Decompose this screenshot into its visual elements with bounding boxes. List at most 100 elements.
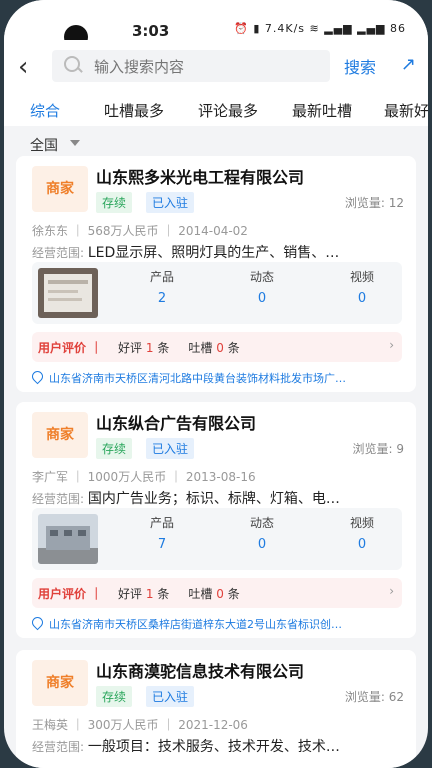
status-bar: 3:03 ⏰ ▮ 7.4K/s ≋ ▂▄▆ ▂▄▆ 86 xyxy=(4,0,428,49)
products-stat[interactable]: 产品 2 xyxy=(132,268,192,306)
back-icon[interactable]: ‹ xyxy=(18,54,28,80)
chevron-right-icon: › xyxy=(389,584,394,598)
capital: 568万人民币 xyxy=(87,224,159,238)
user-review-bar[interactable]: 用户评价 ｜ 好评 1 条 吐槽 0 条 › xyxy=(32,332,402,362)
location-pin-icon xyxy=(32,370,46,385)
views-value: 62 xyxy=(388,690,404,704)
scope-text: 一般项目：技术服务、技术开发、技术… xyxy=(87,739,340,755)
company-card[interactable]: 商家 山东熙多米光电工程有限公司 存续 已入驻 浏览量: 12 徐东东 ｜ 56… xyxy=(16,156,416,392)
region-filter[interactable]: 全国 xyxy=(4,126,428,156)
status-badge: 存续 xyxy=(96,192,133,213)
founded-date: 2013-08-16 xyxy=(185,470,256,484)
company-meta: 李广军 ｜ 1000万人民币 ｜ 2013-08-16 xyxy=(32,470,256,484)
company-name[interactable]: 山东商漠驼信息技术有限公司 xyxy=(96,658,304,682)
view-count: 浏览量: 12 xyxy=(345,194,404,211)
review-summary: 好评 1 条 吐槽 0 条 xyxy=(118,585,240,602)
legal-person: 徐东东 xyxy=(32,224,69,238)
tab-most-comments[interactable]: 评论最多 xyxy=(198,100,258,121)
products-count: 7 xyxy=(157,537,167,552)
user-review-bar[interactable]: 用户评价 ｜ 好评 1 条 吐槽 0 条 › xyxy=(32,578,402,608)
news-label: 动态 xyxy=(249,516,274,530)
business-scope: 经营范围: 一般项目：技术服务、技术开发、技术… xyxy=(32,736,402,756)
good-label: 好评 xyxy=(118,587,143,601)
tab-most-complaints[interactable]: 吐槽最多 xyxy=(104,100,164,121)
joined-badge: 已入驻 xyxy=(146,192,195,213)
scope-label: 经营范围: xyxy=(32,492,88,506)
company-card[interactable]: 商家 山东商漠驼信息技术有限公司 存续 已入驻 浏览量: 62 王梅英 ｜ 30… xyxy=(16,650,416,768)
company-name[interactable]: 山东熙多米光电工程有限公司 xyxy=(96,164,304,188)
legal-person: 李广军 xyxy=(32,470,69,484)
chevron-right-icon: › xyxy=(389,338,394,352)
videos-stat[interactable]: 视频 0 xyxy=(332,514,392,552)
unit-label: 条 xyxy=(227,341,240,355)
company-card[interactable]: 商家 山东纵合广告有限公司 存续 已入驻 浏览量: 9 李广军 ｜ 1000万人… xyxy=(16,402,416,638)
business-scope: 经营范围: 国内广告业务；标识、标牌、灯箱、电… xyxy=(32,488,402,508)
company-name[interactable]: 山东纵合广告有限公司 xyxy=(96,410,256,434)
news-stat[interactable]: 动态 0 xyxy=(232,268,292,306)
review-summary: 好评 1 条 吐槽 0 条 xyxy=(118,339,240,356)
good-label: 好评 xyxy=(118,341,143,355)
products-count: 2 xyxy=(157,291,167,306)
company-logo: 商家 xyxy=(32,660,88,706)
founded-date: 2014-04-02 xyxy=(178,224,248,238)
unit-label: 条 xyxy=(157,587,170,601)
complaint-label: 吐槽 xyxy=(188,341,213,355)
company-meta: 徐东东 ｜ 568万人民币 ｜ 2014-04-02 xyxy=(32,224,248,238)
videos-count: 0 xyxy=(357,537,367,552)
tab-latest-complaints[interactable]: 最新吐槽 xyxy=(292,100,352,121)
joined-badge: 已入驻 xyxy=(146,438,195,459)
videos-count: 0 xyxy=(357,291,367,306)
search-button[interactable]: 搜索 xyxy=(344,54,376,78)
address-text: 山东省济南市天桥区桑梓店街道梓东大道2号山东省标识创… xyxy=(49,618,342,631)
complaint-label: 吐槽 xyxy=(188,587,213,601)
views-label: 浏览量: xyxy=(352,442,397,456)
status-badge: 存续 xyxy=(96,686,133,707)
tab-latest-good[interactable]: 最新好 xyxy=(384,100,428,121)
review-title: 用户评价 xyxy=(38,341,87,355)
phone-screen: 3:03 ⏰ ▮ 7.4K/s ≋ ▂▄▆ ▂▄▆ 86 ‹ 搜索 ↗ 综合 吐… xyxy=(4,0,428,768)
region-label: 全国 xyxy=(30,138,58,154)
news-label: 动态 xyxy=(249,270,274,284)
scope-text: 国内广告业务；标识、标牌、灯箱、电… xyxy=(87,491,340,507)
company-meta: 王梅英 ｜ 300万人民币 ｜ 2021-12-06 xyxy=(32,718,248,732)
legal-person: 王梅英 xyxy=(32,718,69,732)
videos-stat[interactable]: 视频 0 xyxy=(332,268,392,306)
status-icons: ⏰ ▮ 7.4K/s ≋ ▂▄▆ ▂▄▆ 86 xyxy=(234,22,406,35)
address[interactable]: 山东省济南市天桥区清河北路中段黄台装饰材料批发市场广… xyxy=(32,370,402,386)
chevron-down-icon xyxy=(70,140,80,146)
news-stat[interactable]: 动态 0 xyxy=(232,514,292,552)
complaint-count: 0 xyxy=(216,341,224,355)
views-value: 12 xyxy=(388,196,404,210)
user-review-label: 用户评价 ｜ xyxy=(38,341,103,355)
address-text: 山东省济南市天桥区清河北路中段黄台装饰材料批发市场广… xyxy=(49,372,346,385)
search-input[interactable] xyxy=(92,50,326,84)
view-count: 浏览量: 62 xyxy=(345,688,404,705)
news-count: 0 xyxy=(257,537,267,552)
capital: 300万人民币 xyxy=(87,718,159,732)
views-value: 9 xyxy=(396,442,404,456)
products-stat[interactable]: 产品 7 xyxy=(132,514,192,552)
founded-date: 2021-12-06 xyxy=(178,718,248,732)
videos-label: 视频 xyxy=(349,270,374,284)
capital: 1000万人民币 xyxy=(87,470,167,484)
tab-bar: 综合 吐槽最多 评论最多 最新吐槽 最新好 xyxy=(4,94,428,126)
scope-text: LED显示屏、照明灯具的生产、销售、… xyxy=(87,245,340,261)
business-scope: 经营范围: LED显示屏、照明灯具的生产、销售、… xyxy=(32,242,402,262)
search-bar: ‹ 搜索 ↗ xyxy=(4,40,428,94)
status-time: 3:03 xyxy=(132,22,170,40)
address[interactable]: 山东省济南市天桥区桑梓店街道梓东大道2号山东省标识创… xyxy=(32,616,402,632)
good-count: 1 xyxy=(145,341,154,355)
company-photo xyxy=(38,268,98,318)
search-box[interactable] xyxy=(52,50,330,84)
share-icon[interactable]: ↗ xyxy=(401,54,416,75)
review-title: 用户评价 xyxy=(38,587,87,601)
tab-overall[interactable]: 综合 xyxy=(30,100,60,121)
stats-panel: 产品 7 动态 0 视频 0 xyxy=(32,508,402,570)
complaint-count: 0 xyxy=(216,587,224,601)
company-photo xyxy=(38,514,98,564)
search-icon xyxy=(64,56,80,72)
unit-label: 条 xyxy=(157,341,170,355)
views-label: 浏览量: xyxy=(344,690,389,704)
scope-label: 经营范围: xyxy=(32,246,88,260)
unit-label: 条 xyxy=(227,587,240,601)
